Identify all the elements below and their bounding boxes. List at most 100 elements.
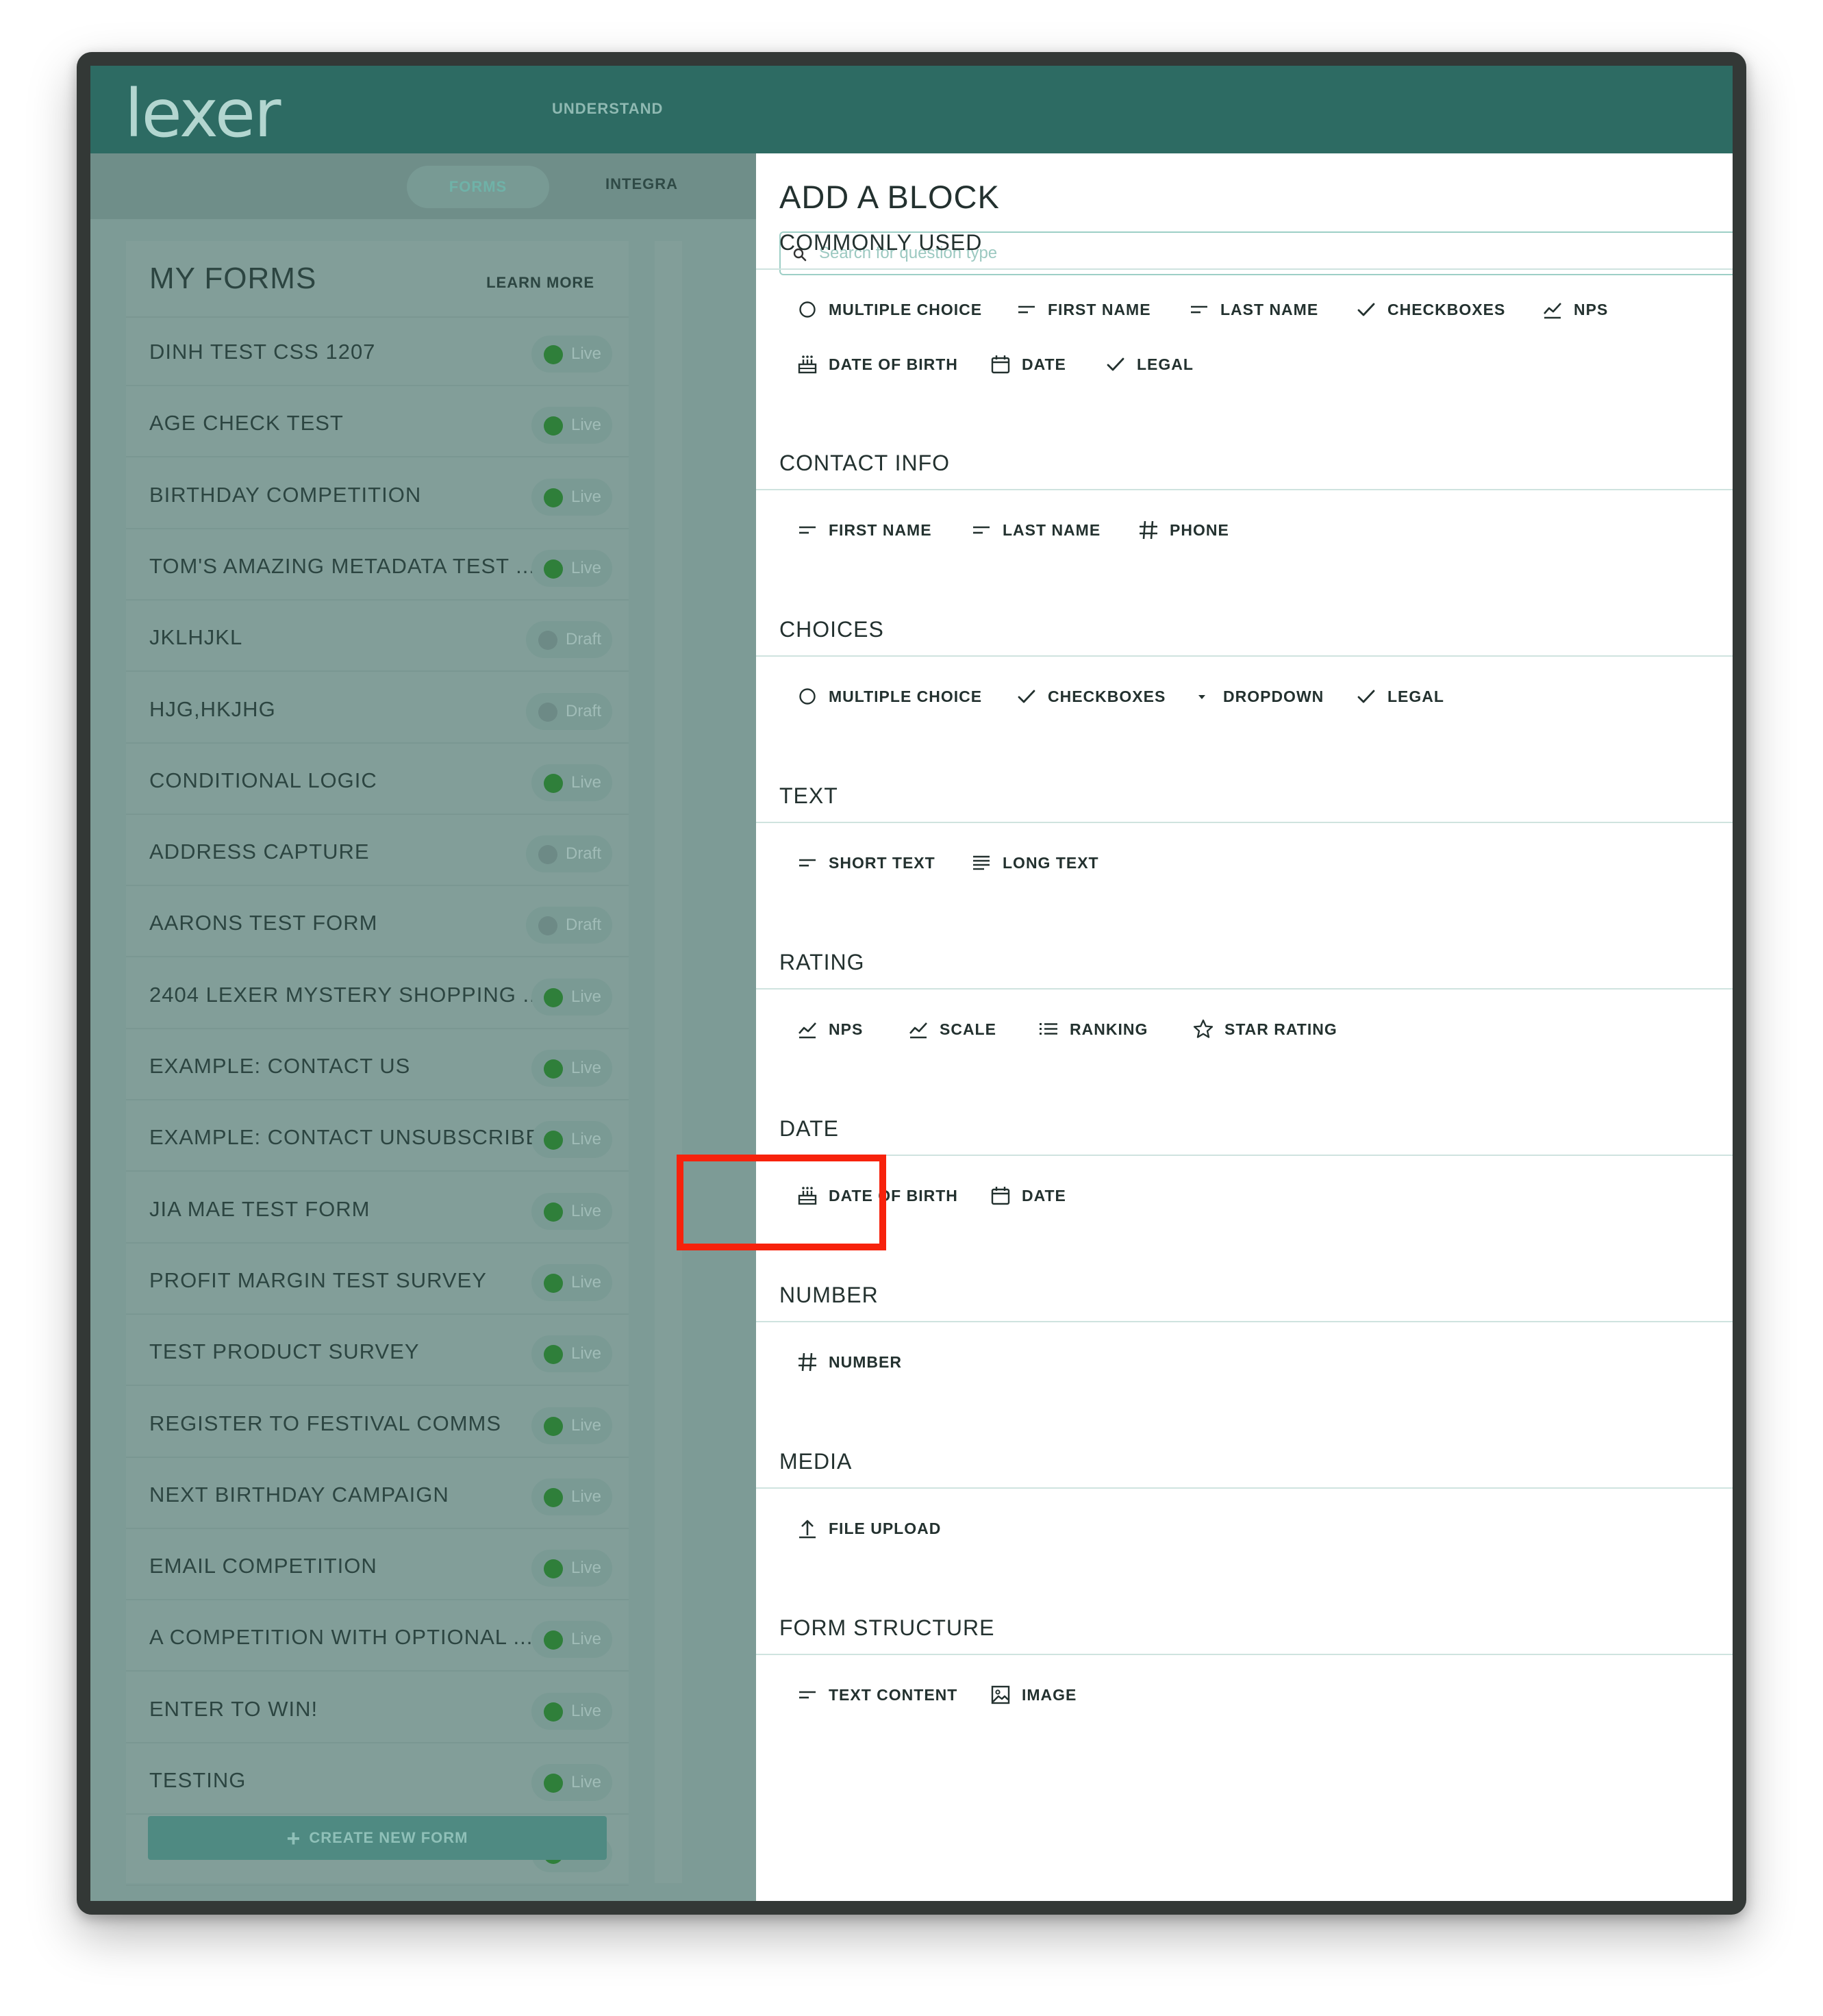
- block-option-short-text[interactable]: SHORT TEXT: [796, 849, 935, 877]
- block-option-date[interactable]: DATE: [989, 1182, 1066, 1209]
- form-row[interactable]: TEST PRODUCT SURVEY Live: [126, 1319, 629, 1387]
- nav-understand[interactable]: UNDERSTAND: [552, 100, 663, 118]
- form-row[interactable]: EMAIL COMPETITION Live: [126, 1533, 629, 1601]
- hash-icon: [799, 1352, 816, 1372]
- add-block-modal: ADD A BLOCK COMMONLY USED MULTIPLE CHOICE…: [756, 153, 1733, 1901]
- status-badge: Live: [531, 1407, 612, 1444]
- block-option-nps[interactable]: NPS: [1541, 296, 1608, 323]
- status-label: Live: [570, 1487, 601, 1506]
- form-row[interactable]: EXAMPLE: CONTACT UNSUBSCRIBE Live: [126, 1105, 629, 1172]
- form-row[interactable]: REGISTER TO FESTIVAL COMMS Live: [126, 1391, 629, 1458]
- form-name: ENTER TO WIN!: [149, 1696, 318, 1721]
- status-label: Live: [570, 416, 601, 435]
- section-divider: [756, 1487, 1733, 1489]
- lexer-logo[interactable]: lexer: [125, 75, 281, 152]
- status-dot: [543, 488, 563, 507]
- status-label: Live: [570, 1344, 601, 1363]
- image-icon: [991, 1685, 1010, 1704]
- long-lines-icon: [973, 855, 990, 870]
- block-option-label: CHECKBOXES: [1387, 300, 1506, 318]
- block-option-long-text[interactable]: LONG TEXT: [970, 849, 1099, 877]
- form-row[interactable]: 2404 LEXER MYSTERY SHOPPING ... Live: [126, 962, 629, 1029]
- learn-more-link[interactable]: LEARN MORE: [486, 274, 594, 292]
- create-new-form-button[interactable]: + CREATE NEW FORM: [148, 1816, 607, 1860]
- block-option-ranking[interactable]: RANKING: [1037, 1016, 1148, 1043]
- form-row[interactable]: TOM'S AMAZING METADATA TEST ... Live: [126, 533, 629, 601]
- calendar-icon: [991, 1187, 1010, 1205]
- status-badge: Live: [531, 1050, 612, 1087]
- block-option-last-name[interactable]: LAST NAME: [1187, 296, 1318, 323]
- status-label: Draft: [565, 630, 601, 649]
- short-lines-icon: [799, 859, 816, 867]
- tab-forms[interactable]: FORMS: [407, 166, 549, 208]
- form-row[interactable]: EXAMPLE: CONTACT US Live: [126, 1033, 629, 1100]
- block-option-first-name[interactable]: FIRST NAME: [796, 516, 932, 544]
- section-title: CHOICES: [779, 617, 884, 642]
- check-icon: [1018, 690, 1035, 703]
- cake-icon: [798, 355, 817, 374]
- status-label: Live: [570, 344, 601, 363]
- form-row[interactable]: AARONS TEST FORM Draft: [126, 890, 629, 958]
- form-name: BIRTHDAY COMPETITION: [149, 482, 422, 507]
- section-title: CONTACT INFO: [779, 451, 951, 475]
- status-badge: Live: [531, 549, 612, 587]
- check-icon: [1107, 357, 1124, 371]
- form-name: AGE CHECK TEST: [149, 411, 344, 436]
- upload-icon: [799, 1520, 816, 1539]
- status-label: Draft: [565, 701, 601, 720]
- status-badge: Live: [531, 1192, 612, 1230]
- status-dot: [543, 1202, 563, 1222]
- form-row[interactable]: DINH TEST CSS 1207 Live: [126, 319, 629, 386]
- block-option-multiple-choice[interactable]: MULTIPLE CHOICE: [796, 296, 982, 323]
- block-option-legal[interactable]: LEGAL: [1355, 683, 1444, 710]
- block-option-star-rating[interactable]: STAR RATING: [1192, 1016, 1337, 1043]
- block-option-dropdown[interactable]: DROPDOWN: [1190, 683, 1324, 710]
- form-row[interactable]: HJG,HKJHG Draft: [126, 677, 629, 744]
- block-option-label: LONG TEXT: [1003, 853, 1099, 872]
- top-navigation-bar: lexer UNDERSTAND: [90, 66, 1733, 153]
- form-row[interactable]: A COMPETITION WITH OPTIONAL ... Live: [126, 1604, 629, 1672]
- block-option-last-name[interactable]: LAST NAME: [970, 516, 1101, 544]
- status-badge: Live: [531, 1121, 612, 1159]
- form-row[interactable]: AGE CHECK TEST Live: [126, 390, 629, 458]
- status-label: Live: [570, 1272, 601, 1292]
- form-row[interactable]: CONDITIONAL LOGIC Live: [126, 748, 629, 815]
- block-option-nps[interactable]: NPS: [796, 1016, 863, 1043]
- status-badge: Live: [531, 407, 612, 444]
- section-divider: [756, 655, 1733, 657]
- form-row[interactable]: JIA MAE TEST FORM Live: [126, 1176, 629, 1244]
- status-badge: Live: [531, 1764, 612, 1801]
- block-option-file-upload[interactable]: FILE UPLOAD: [796, 1515, 941, 1542]
- list-icon: [1040, 1023, 1057, 1035]
- tab-integrations[interactable]: INTEGRA: [605, 175, 678, 193]
- block-option-checkboxes[interactable]: CHECKBOXES: [1355, 296, 1505, 323]
- status-label: Live: [570, 1130, 601, 1149]
- block-option-label: LEGAL: [1137, 355, 1194, 373]
- block-option-date-of-birth[interactable]: DATE OF BIRTH: [796, 351, 958, 378]
- block-option-text-content[interactable]: TEXT CONTENT: [796, 1681, 957, 1709]
- hash-icon: [1140, 520, 1157, 540]
- block-option-scale[interactable]: SCALE: [907, 1016, 996, 1043]
- status-label: Live: [570, 1201, 601, 1220]
- star-icon: [1193, 1019, 1214, 1038]
- status-badge: Draft: [525, 907, 612, 944]
- block-option-number[interactable]: NUMBER: [796, 1348, 902, 1376]
- block-option-image[interactable]: IMAGE: [989, 1681, 1077, 1709]
- form-row[interactable]: NEXT BIRTHDAY CAMPAIGN Live: [126, 1462, 629, 1529]
- form-row[interactable]: BIRTHDAY COMPETITION Live: [126, 462, 629, 529]
- form-row[interactable]: PROFIT MARGIN TEST SURVEY Live: [126, 1248, 629, 1315]
- block-option-date[interactable]: DATE: [989, 351, 1066, 378]
- block-option-phone[interactable]: PHONE: [1137, 516, 1229, 544]
- form-row[interactable]: JKLHJKL Draft: [126, 605, 629, 672]
- form-row[interactable]: ENTER TO WIN! Live: [126, 1676, 629, 1743]
- form-name: HJG,HKJHG: [149, 696, 276, 721]
- block-option-first-name[interactable]: FIRST NAME: [1015, 296, 1151, 323]
- block-option-checkboxes[interactable]: CHECKBOXES: [1015, 683, 1166, 710]
- block-option-legal[interactable]: LEGAL: [1104, 351, 1194, 378]
- block-option-multiple-choice[interactable]: MULTIPLE CHOICE: [796, 683, 982, 710]
- circle-icon: [799, 688, 816, 705]
- status-dot: [543, 1702, 563, 1722]
- section-divider: [756, 822, 1733, 823]
- form-row[interactable]: ADDRESS CAPTURE Draft: [126, 819, 629, 887]
- form-row[interactable]: TESTING Live: [126, 1748, 629, 1815]
